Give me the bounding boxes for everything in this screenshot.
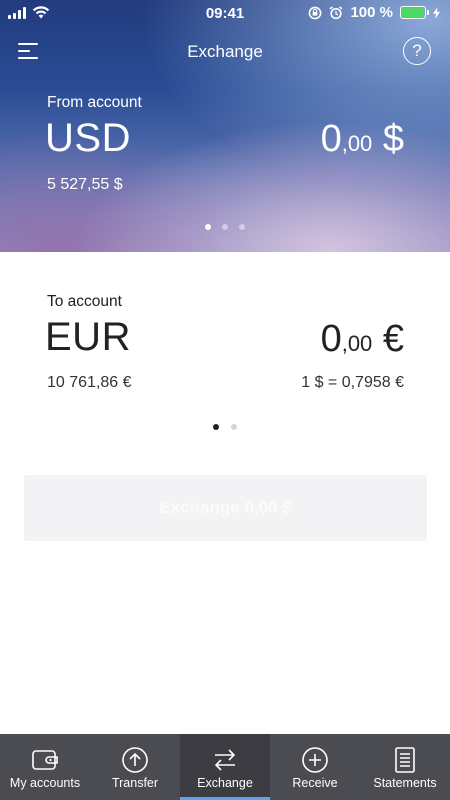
to-amount-decimal: ,00 bbox=[341, 331, 373, 356]
to-amount-input[interactable]: 0,00 € bbox=[321, 318, 404, 361]
from-amount-int: 0 bbox=[320, 118, 342, 160]
from-account-label: From account bbox=[47, 94, 142, 111]
from-amount-input[interactable]: 0,00 $ bbox=[321, 118, 404, 161]
page-dot bbox=[239, 224, 245, 230]
page-dot-active bbox=[213, 424, 219, 430]
tab-bar: My accounts Transfer Exchange Receive St… bbox=[0, 734, 450, 800]
from-page-indicator bbox=[0, 224, 450, 230]
alarm-clock-icon bbox=[329, 5, 343, 19]
tab-statements[interactable]: Statements bbox=[360, 734, 450, 800]
tab-label: Exchange bbox=[197, 776, 253, 790]
to-account-label: To account bbox=[47, 293, 122, 310]
arrow-up-circle-icon bbox=[122, 747, 148, 773]
tab-my-accounts[interactable]: My accounts bbox=[0, 734, 90, 800]
orientation-lock-icon bbox=[309, 6, 322, 19]
exchange-rate: 1 $ = 0,7958 € bbox=[301, 374, 404, 391]
exchange-button[interactable]: Exchange 0,00 $ bbox=[24, 475, 427, 541]
nav-bar: Exchange ? bbox=[0, 36, 450, 68]
tab-exchange[interactable]: Exchange bbox=[180, 734, 270, 800]
help-icon[interactable]: ? bbox=[403, 37, 431, 65]
to-page-indicator bbox=[0, 424, 450, 430]
status-bar: 09:41 100 % bbox=[0, 0, 450, 26]
tab-transfer[interactable]: Transfer bbox=[90, 734, 180, 800]
tab-label: Transfer bbox=[111, 776, 159, 790]
tab-label: My accounts bbox=[9, 776, 81, 790]
battery-icon bbox=[400, 6, 429, 19]
from-amount-symbol: $ bbox=[372, 118, 404, 160]
tab-label: Receive bbox=[292, 776, 338, 790]
from-amount-decimal: ,00 bbox=[341, 131, 373, 156]
tab-receive[interactable]: Receive bbox=[270, 734, 360, 800]
battery-fill bbox=[402, 8, 424, 17]
page-title: Exchange bbox=[187, 42, 263, 61]
from-account-card[interactable]: 09:41 100 % Exchange ? From account USD … bbox=[0, 0, 450, 252]
exchange-arrows-icon bbox=[214, 749, 236, 771]
to-amount-int: 0 bbox=[320, 318, 342, 360]
plus-circle-icon bbox=[302, 747, 328, 773]
page-dot-active bbox=[205, 224, 211, 230]
tab-label: Statements bbox=[373, 776, 437, 790]
charging-bolt-icon bbox=[433, 6, 440, 19]
from-currency[interactable]: USD bbox=[45, 116, 131, 161]
page-dot bbox=[222, 224, 228, 230]
to-account-card[interactable]: To account EUR 0,00 € 10 761,86 € 1 $ = … bbox=[0, 252, 450, 734]
battery-percent: 100 % bbox=[350, 4, 393, 21]
page-dot bbox=[231, 424, 237, 430]
from-balance: 5 527,55 $ bbox=[47, 176, 123, 193]
to-amount-symbol: € bbox=[372, 318, 404, 360]
document-list-icon bbox=[395, 747, 415, 773]
to-currency[interactable]: EUR bbox=[45, 315, 131, 360]
status-right: 100 % bbox=[308, 4, 440, 21]
to-balance: 10 761,86 € bbox=[47, 374, 132, 391]
wallet-icon bbox=[32, 750, 58, 770]
